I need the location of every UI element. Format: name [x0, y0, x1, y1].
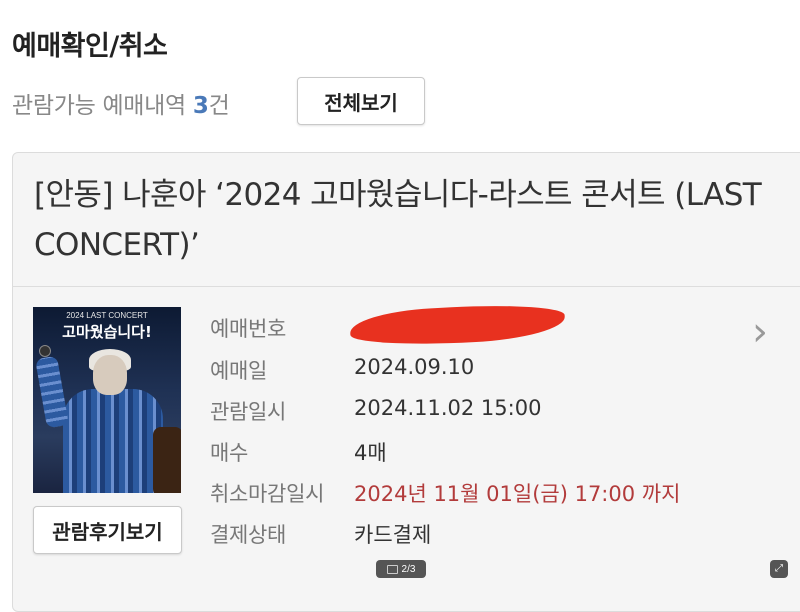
ticket-count-value: 4매 [354, 441, 387, 465]
booking-date-label: 예매일 [210, 359, 268, 383]
payment-status-value: 카드결제 [354, 523, 432, 547]
cancel-deadline-value: 2024년 11월 01일(금) 17:00 까지 [354, 482, 681, 506]
chevron-right-icon[interactable]: › [744, 312, 776, 352]
poster-figure-shirt [63, 389, 163, 493]
event-poster[interactable]: 2024 LAST CONCERT 고마웠습니다! [33, 307, 181, 493]
image-pager: 2/3 [376, 560, 426, 578]
summary-label: 관람가능 예매내역 [12, 93, 193, 119]
divider [12, 286, 800, 287]
poster-subtitle: 2024 LAST CONCERT [66, 311, 148, 320]
show-datetime-value: 2024.11.02 15:00 [354, 396, 542, 420]
booking-date-value: 2024.09.10 [354, 355, 475, 379]
cancel-deadline-label: 취소마감일시 [210, 482, 325, 506]
poster-figure-arm [35, 355, 69, 429]
microphone-icon [39, 345, 51, 357]
booking-count: 3 [192, 93, 209, 119]
ticket-count-label: 매수 [210, 441, 249, 465]
image-icon [386, 564, 398, 574]
booking-number-label: 예매번호 [210, 317, 287, 341]
poster-headline: 고마웠습니다! [62, 323, 152, 341]
poster-figure-head [93, 355, 127, 395]
booking-summary: 관람가능 예매내역 3건 [12, 86, 230, 120]
write-review-button[interactable]: 관람후기보기 [33, 506, 182, 554]
view-all-button[interactable]: 전체보기 [297, 77, 425, 125]
expand-icon[interactable]: ⤢ [770, 560, 788, 578]
event-title[interactable]: [안동] 나훈아 ‘2024 고마웠습니다-라스트 콘서트 (LAST CONC… [34, 170, 784, 270]
summary-unit: 건 [208, 93, 230, 119]
payment-status-label: 결제상태 [210, 523, 287, 547]
guitar-icon [153, 427, 181, 493]
show-datetime-label: 관람일시 [210, 400, 287, 424]
page-title: 예매확인/취소 [12, 31, 168, 62]
pager-text: 2/3 [401, 563, 416, 575]
